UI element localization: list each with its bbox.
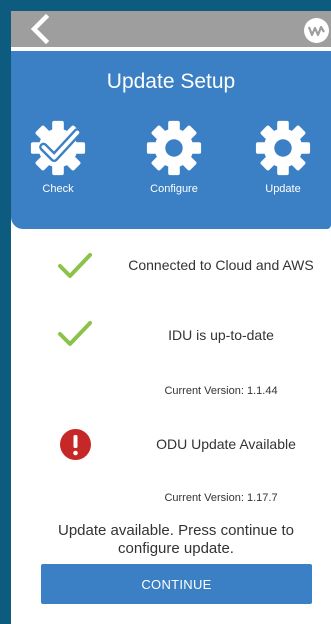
back-arrow-icon[interactable] [25,14,55,44]
gear-icon [146,120,202,176]
top-bar [11,11,331,47]
idu-version-text: Current Version: 1.1.44 [164,385,278,397]
check-icon [58,253,92,278]
status-cloud-text: Connected to Cloud and AWS [128,257,314,273]
status-odu-text: ODU Update Available [156,436,296,452]
odu-version-text: Current Version: 1.17.7 [164,492,278,504]
app-logo-icon [304,18,329,43]
continue-button[interactable]: CONTINUE [41,564,312,604]
app-screen: Update Setup Check Configure Update Conn… [11,11,331,624]
gear-check-icon [30,120,86,176]
step-label-update: Update [265,183,301,195]
status-idu-text: IDU is up-to-date [168,327,274,343]
alert-icon [60,429,91,460]
step-configure: Configure [129,119,219,195]
step-label-check: Check [42,183,74,195]
check-icon [58,321,92,346]
step-label-configure: Configure [150,183,198,195]
step-update: Update [238,119,328,195]
gear-icon [255,120,311,176]
setup-header-panel: Update Setup Check Configure Update [11,51,331,229]
page-title: Update Setup [106,70,236,93]
update-message: Update available. Press continue to conf… [58,522,294,557]
step-check: Check [13,119,103,195]
